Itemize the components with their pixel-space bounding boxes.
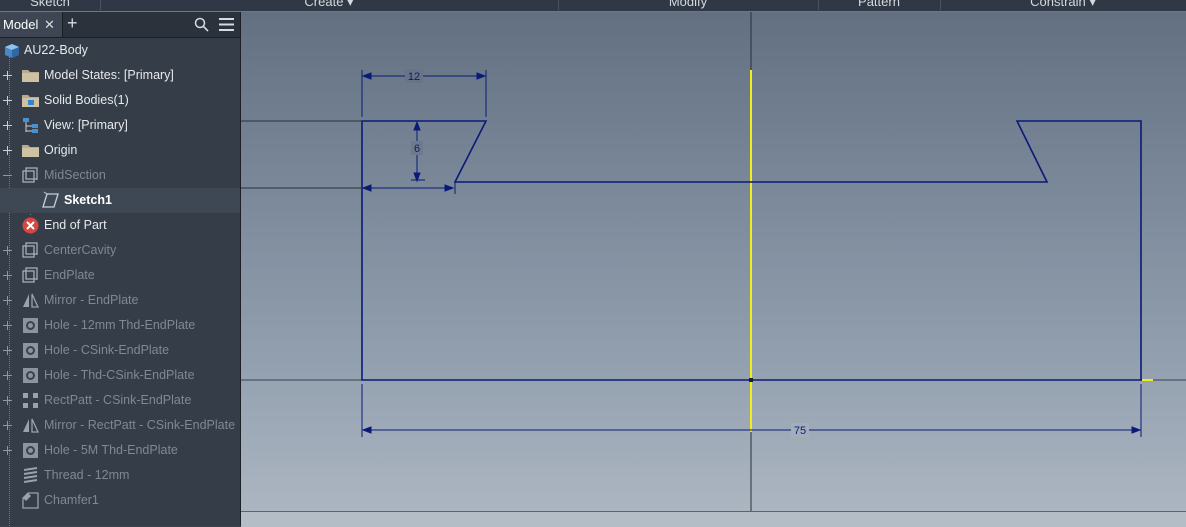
expand-icon[interactable] (3, 321, 12, 330)
hole-icon (21, 341, 40, 360)
dimension-6-label[interactable]: 6 (414, 143, 420, 155)
chamfer-icon (21, 491, 40, 510)
dimension-offset[interactable] (361, 182, 456, 194)
browser-header: Model ✕ + (0, 12, 240, 38)
hole-icon (21, 316, 40, 335)
tree-item-midsection[interactable]: MidSection (0, 163, 240, 188)
tree-item-label: Hole - 12mm Thd-EndPlate (44, 318, 196, 332)
tree-item-label: RectPatt - CSink-EndPlate (44, 393, 192, 407)
expand-icon[interactable] (3, 96, 12, 105)
tree-item-label: Hole - CSink-EndPlate (44, 343, 170, 357)
tree-item-label: Hole - 5M Thd-EndPlate (44, 443, 178, 457)
graphics-canvas[interactable]: 12 6 75 (241, 12, 1186, 526)
status-bar (241, 511, 1186, 527)
extrude-icon (21, 266, 40, 285)
tree-item-label: Hole - Thd-CSink-EndPlate (44, 368, 195, 382)
ribbon-tab-sketch[interactable]: Sketch (0, 0, 101, 10)
end-of-part-icon (21, 216, 40, 235)
hamburger-menu-icon[interactable] (219, 18, 234, 31)
folder-icon (21, 141, 40, 160)
part-icon (2, 41, 21, 60)
tree-item-chamfer1[interactable]: Chamfer1 (0, 488, 240, 513)
expand-icon[interactable] (3, 296, 12, 305)
tree-item-centercavity[interactable]: CenterCavity (0, 238, 240, 263)
dimension-12-label[interactable]: 12 (408, 71, 420, 83)
expand-icon[interactable] (3, 121, 12, 130)
folder-icon (21, 66, 40, 85)
mirror-icon (21, 416, 40, 435)
tree-item-label: AU22-Body (24, 43, 88, 57)
tree-item-label: Origin (44, 143, 78, 157)
tab-model[interactable]: Model ✕ (0, 12, 63, 37)
tree-item-hole-csink-endplate[interactable]: Hole - CSink-EndPlate (0, 338, 240, 363)
extrude-icon (21, 241, 40, 260)
ribbon-tab-constrain[interactable]: Constrain ▾ (940, 0, 1186, 10)
rect-pattern-icon (21, 391, 40, 410)
tree-item-end-of-part[interactable]: End of Part (0, 213, 240, 238)
tree-item-label: CenterCavity (44, 243, 117, 257)
collapse-icon[interactable] (3, 171, 12, 180)
tree-item-rectpatt-csink-endplate[interactable]: RectPatt - CSink-EndPlate (0, 388, 240, 413)
expand-icon[interactable] (3, 346, 12, 355)
model-browser: Model ✕ + AU22-Body Model States: [Primar… (0, 12, 241, 526)
tree-item-label: Thread - 12mm (44, 468, 130, 482)
tree-item-au22-body[interactable]: AU22-Body (0, 38, 240, 63)
tree-item-mirror-endplate[interactable]: Mirror - EndPlate (0, 288, 240, 313)
search-icon[interactable] (194, 17, 209, 32)
tree-item-thread-12mm[interactable]: Thread - 12mm (0, 463, 240, 488)
expand-icon[interactable] (3, 71, 12, 80)
ribbon-bar: Sketch Create ▾ Modify Pattern Constrain… (0, 0, 1186, 12)
expand-icon[interactable] (3, 421, 12, 430)
expand-icon[interactable] (3, 271, 12, 280)
tree-item-label: End of Part (44, 218, 107, 232)
sketch-view[interactable]: 12 6 75 (241, 12, 1186, 526)
tree-item-hole-12mm-thd-endplate[interactable]: Hole - 12mm Thd-EndPlate (0, 313, 240, 338)
expand-icon[interactable] (3, 246, 12, 255)
solid-bodies-icon (21, 91, 40, 110)
tree-item-label: Mirror - RectPatt - CSink-EndPlate (44, 418, 236, 432)
mirror-icon (21, 291, 40, 310)
hole-icon (21, 441, 40, 460)
tree-item-origin[interactable]: Origin (0, 138, 240, 163)
tree-item-solid-bodies-1[interactable]: Solid Bodies(1) (0, 88, 240, 113)
close-icon[interactable]: ✕ (44, 17, 55, 32)
thread-icon (21, 466, 40, 485)
expand-icon[interactable] (3, 446, 12, 455)
expand-icon[interactable] (3, 146, 12, 155)
ribbon-tab-pattern[interactable]: Pattern (818, 0, 941, 10)
tree-item-model-states-primary[interactable]: Model States: [Primary] (0, 63, 240, 88)
tab-model-label: Model (3, 17, 39, 32)
tree-item-sketch1[interactable]: Sketch1 (0, 188, 240, 213)
dimension-top-width[interactable] (361, 70, 487, 117)
sketch-icon (41, 191, 60, 210)
view-icon (21, 116, 40, 135)
tree-item-label: Solid Bodies(1) (44, 93, 129, 107)
dimension-75-label[interactable]: 75 (794, 425, 806, 437)
hole-icon (21, 366, 40, 385)
tree-item-label: MidSection (44, 168, 106, 182)
tree-item-hole-5m-thd-endplate[interactable]: Hole - 5M Thd-EndPlate (0, 438, 240, 463)
tree-item-hole-thd-csink-endplate[interactable]: Hole - Thd-CSink-EndPlate (0, 363, 240, 388)
tree-item-label: Model States: [Primary] (44, 68, 174, 82)
extrude-icon (21, 166, 40, 185)
origin-point[interactable] (749, 378, 753, 382)
tree-item-label: View: [Primary] (44, 118, 128, 132)
expand-icon[interactable] (3, 371, 12, 380)
ribbon-tab-create[interactable]: Create ▾ (100, 0, 559, 10)
add-tab-icon[interactable]: + (67, 14, 78, 32)
expand-icon[interactable] (3, 396, 12, 405)
tree-item-label: Mirror - EndPlate (44, 293, 139, 307)
tree-item-label: EndPlate (44, 268, 95, 282)
tree-item-view-primary[interactable]: View: [Primary] (0, 113, 240, 138)
tree-item-mirror-rectpatt-csink-endplate[interactable]: Mirror - RectPatt - CSink-EndPlate (0, 413, 240, 438)
tree-item-label: Chamfer1 (44, 493, 99, 507)
ribbon-tab-modify[interactable]: Modify (558, 0, 819, 10)
tree-item-label: Sketch1 (64, 193, 112, 207)
tree-item-endplate[interactable]: EndPlate (0, 263, 240, 288)
